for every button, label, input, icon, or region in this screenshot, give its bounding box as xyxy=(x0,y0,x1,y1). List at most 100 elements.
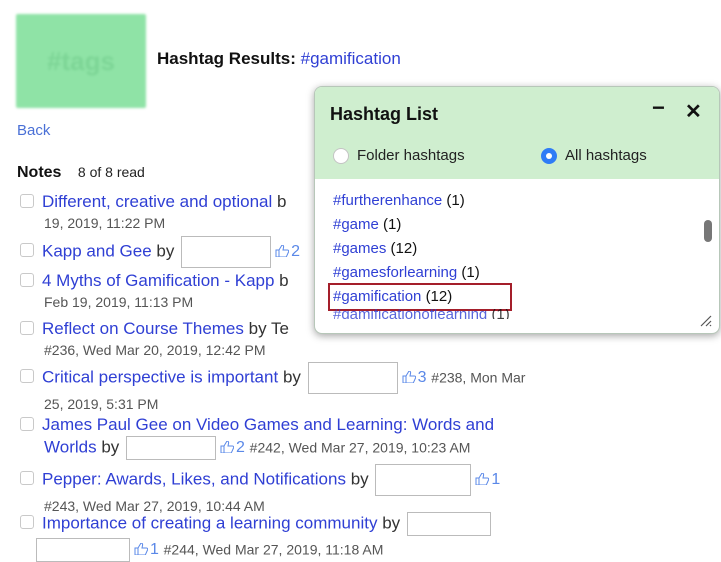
list-item: James Paul Gee on Video Games and Learni… xyxy=(20,414,494,460)
note-date: #236, Wed Mar 20, 2019, 12:42 PM xyxy=(44,342,266,358)
likes-count[interactable]: 2 xyxy=(275,243,300,260)
back-link[interactable]: Back xyxy=(17,122,50,139)
read-checkbox[interactable] xyxy=(20,471,34,486)
note-meta: #242, Wed Mar 27, 2019, 10:23 AM xyxy=(249,439,471,456)
likes-value: 1 xyxy=(150,541,159,559)
popup-title: Hashtag List xyxy=(330,104,439,124)
list-item: Reflect on Course Themes by Te #236, Wed… xyxy=(20,318,289,360)
likes-value: 3 xyxy=(417,369,427,387)
hashtag-logo: #tags xyxy=(16,14,146,108)
scrollbar-thumb[interactable] xyxy=(704,220,712,242)
radio-button[interactable] xyxy=(333,147,349,164)
note-title-link[interactable]: Critical perspective is important xyxy=(42,367,278,386)
author-name-box xyxy=(406,512,491,536)
author-name-box xyxy=(375,464,472,496)
read-checkbox[interactable] xyxy=(20,273,34,287)
note-author-by: by Te xyxy=(248,319,289,338)
note-author-by: by xyxy=(156,241,175,261)
hashtag-count: (12) xyxy=(390,240,418,257)
note-author-by: b xyxy=(277,192,287,211)
thumbs-up-icon xyxy=(475,473,490,486)
hashtag-item[interactable]: #gamesforlearning (1) xyxy=(333,261,510,285)
hashtag-item[interactable]: #furtherenhance (1) xyxy=(333,189,510,213)
list-item: Different, creative and optional b 19, 2… xyxy=(20,191,286,233)
note-title-link-continued[interactable]: Worlds xyxy=(44,437,97,456)
read-checkbox[interactable] xyxy=(20,515,34,530)
thumbs-up-icon xyxy=(402,371,416,384)
author-name-box xyxy=(307,362,398,394)
hashtag-count: (1) xyxy=(461,264,480,281)
thumbs-up-icon xyxy=(220,441,235,454)
hashtag-item[interactable]: #game (1) xyxy=(333,213,510,237)
note-title-link[interactable]: Pepper: Awards, Likes, and Notifications xyxy=(42,469,346,488)
list-item: Importance of creating a learning commun… xyxy=(20,512,495,562)
hashtag-link[interactable]: #gamification xyxy=(333,288,421,305)
thumbs-up-icon xyxy=(134,543,148,556)
page-title-hashtag[interactable]: #gamification xyxy=(301,49,401,68)
radio-folder-label: Folder hashtags xyxy=(357,147,465,164)
hashtag-count: (1) xyxy=(446,192,465,209)
hashtag-count: (12) xyxy=(425,288,453,305)
radio-all-label: All hashtags xyxy=(565,147,647,164)
likes-value: 2 xyxy=(236,439,245,457)
logo-text: #tags xyxy=(47,45,115,76)
notes-title: Notes xyxy=(17,164,62,181)
hashtag-item[interactable]: #games (12) xyxy=(333,237,510,261)
note-author-by: b xyxy=(279,271,289,290)
likes-count[interactable]: 3 xyxy=(402,369,427,386)
author-name-box xyxy=(181,236,272,268)
notes-read-count: 8 of 8 read xyxy=(77,164,145,180)
radio-all-hashtags[interactable]: All hashtags xyxy=(541,147,647,164)
hashtag-link[interactable]: #furtherenhance xyxy=(333,192,442,209)
likes-count[interactable]: 1 xyxy=(134,541,159,558)
page-title: Hashtag Results: #gamification xyxy=(157,49,401,69)
note-meta: #244, Wed Mar 27, 2019, 11:18 AM xyxy=(163,541,384,558)
read-checkbox[interactable] xyxy=(20,243,34,258)
radio-folder-hashtags[interactable]: Folder hashtags xyxy=(333,147,465,164)
hashtag-link[interactable]: #game xyxy=(333,216,379,233)
note-date: 19, 2019, 11:22 PM xyxy=(44,215,166,231)
note-title-link[interactable]: Different, creative and optional xyxy=(42,192,272,211)
note-author-by: by xyxy=(350,469,369,489)
note-title-link[interactable]: Reflect on Course Themes xyxy=(42,319,244,338)
list-item: Pepper: Awards, Likes, and Notifications… xyxy=(20,464,500,516)
note-title-link[interactable]: Importance of creating a learning commun… xyxy=(42,513,377,532)
hashtag-link[interactable]: #games xyxy=(333,240,386,257)
close-icon[interactable]: ✕ xyxy=(685,99,702,124)
note-author-by: by xyxy=(101,437,120,457)
read-checkbox[interactable] xyxy=(20,369,34,384)
hashtag-item[interactable]: #gamificationoflearning (1) xyxy=(333,309,510,319)
hashtag-list: #furtherenhance (1) #game (1) #games (12… xyxy=(328,189,512,319)
popup-header[interactable]: Hashtag List − ✕ Folder hashtags All has… xyxy=(315,87,719,179)
page-title-label: Hashtag Results: xyxy=(157,49,296,68)
resize-grip-icon[interactable] xyxy=(698,313,712,327)
read-checkbox[interactable] xyxy=(20,321,34,335)
hashtag-item-selected[interactable]: #gamification (12) xyxy=(328,283,512,311)
note-date: Feb 19, 2019, 11:13 PM xyxy=(44,294,194,310)
read-checkbox[interactable] xyxy=(20,417,34,431)
note-title-link[interactable]: James Paul Gee on Video Games and Learni… xyxy=(42,415,494,434)
hashtag-link[interactable]: #gamesforlearning xyxy=(333,264,457,281)
read-checkbox[interactable] xyxy=(20,194,34,208)
likes-value: 2 xyxy=(291,243,300,261)
thumbs-up-icon xyxy=(275,245,290,258)
note-date: 25, 2019, 5:31 PM xyxy=(44,396,159,412)
likes-count[interactable]: 2 xyxy=(220,439,245,456)
note-title-link[interactable]: Kapp and Gee xyxy=(42,241,152,260)
minimize-icon[interactable]: − xyxy=(652,95,665,121)
list-item: Kapp and Gee by 2 xyxy=(20,236,300,268)
radio-button-selected[interactable] xyxy=(541,147,557,164)
likes-value: 1 xyxy=(491,471,501,489)
note-author-by: by xyxy=(382,513,401,533)
list-item: 4 Myths of Gamification - Kapp b Feb 19,… xyxy=(20,270,289,312)
note-meta: #238, Mon Mar xyxy=(431,369,526,386)
hashtag-count: (1) xyxy=(491,309,510,319)
notes-heading: Notes 8 of 8 read xyxy=(17,164,145,182)
author-name-box xyxy=(126,436,217,460)
likes-count[interactable]: 1 xyxy=(475,471,500,488)
list-item: Critical perspective is important by 3 #… xyxy=(20,362,525,414)
hashtag-link[interactable]: #gamificationoflearning xyxy=(333,309,487,319)
hashtag-list-popup: Hashtag List − ✕ Folder hashtags All has… xyxy=(314,86,720,334)
author-name-box xyxy=(36,538,130,562)
note-title-link[interactable]: 4 Myths of Gamification - Kapp xyxy=(42,271,274,290)
